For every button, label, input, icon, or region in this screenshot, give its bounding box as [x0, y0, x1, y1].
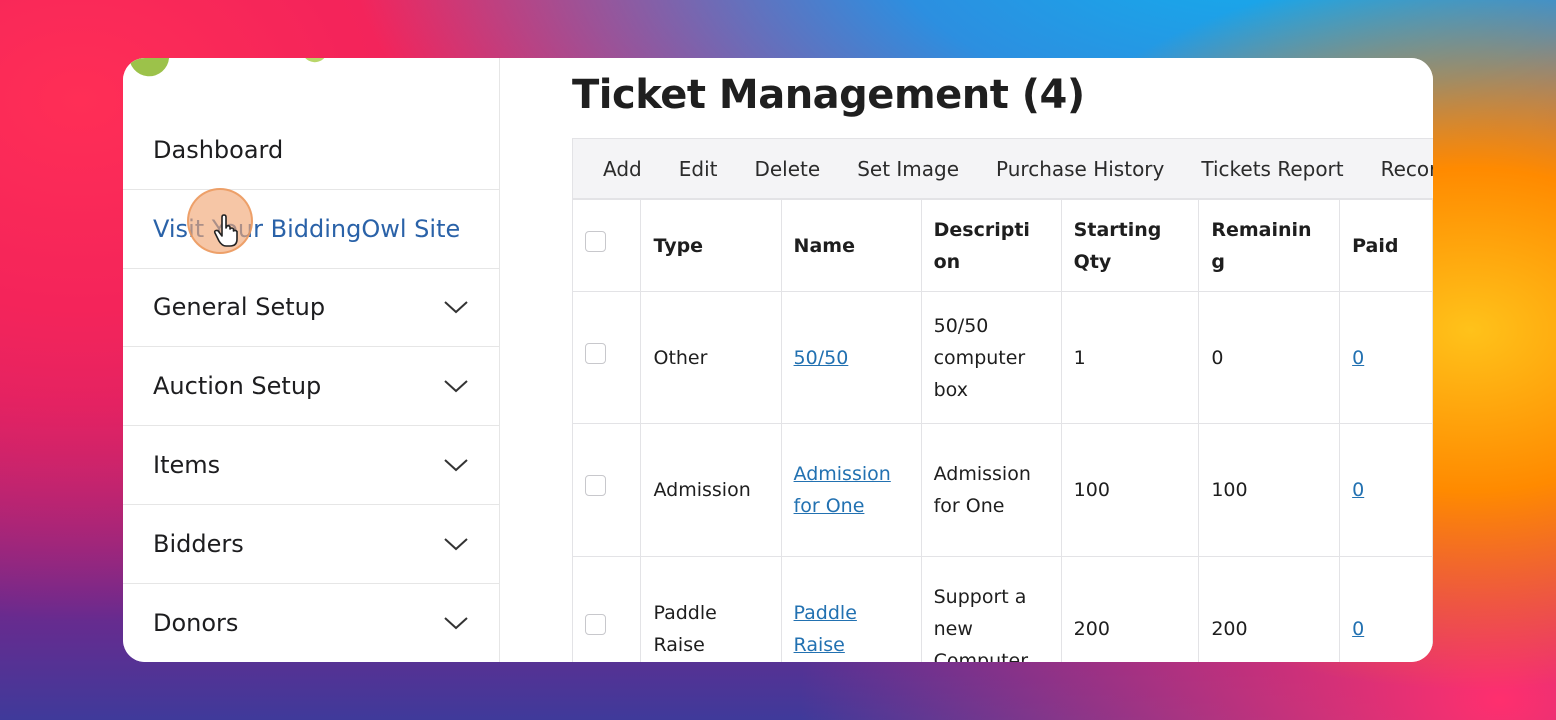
column-header-starting-qty[interactable]: Starting Qty	[1060, 199, 1200, 292]
add-button[interactable]: Add	[603, 157, 642, 181]
cell-remaining: 0	[1198, 291, 1341, 424]
page-title: Ticket Management (4)	[572, 72, 1085, 118]
select-all-checkbox[interactable]	[585, 230, 606, 252]
hand-cursor-icon	[213, 214, 238, 247]
row-select-cell	[571, 556, 642, 662]
cell-starting-qty: 200	[1060, 556, 1200, 662]
cell-starting-qty: 100	[1060, 423, 1200, 557]
cell-remaining: 100	[1198, 423, 1341, 557]
record-button[interactable]: Record	[1381, 157, 1433, 181]
sidebar-item-donors[interactable]: Donors	[123, 584, 499, 662]
select-all-cell	[571, 199, 642, 292]
purchase-history-button[interactable]: Purchase History	[996, 157, 1164, 181]
chevron-down-icon	[444, 538, 468, 551]
cell-type: Admission	[640, 423, 782, 557]
sidebar-item-label: Dashboard	[153, 136, 284, 164]
edit-button[interactable]: Edit	[679, 157, 718, 181]
cell-name: Paddle Raise	[780, 556, 922, 662]
sidebar-item-dashboard[interactable]: Dashboard	[123, 111, 499, 190]
set-image-button[interactable]: Set Image	[857, 157, 959, 181]
cell-paid: 0	[1339, 423, 1433, 557]
leaf-decoration	[300, 58, 332, 66]
cell-type: Paddle Raise	[640, 556, 782, 662]
row-checkbox[interactable]	[585, 614, 606, 635]
cell-remaining: 200	[1198, 556, 1341, 662]
column-header-type[interactable]: Type	[640, 199, 782, 292]
ticket-name-link[interactable]: 50/50	[794, 347, 849, 369]
sidebar-item-visit-site[interactable]: Visit Your BiddingOwl Site	[123, 190, 499, 269]
sidebar-item-label: Auction Setup	[153, 372, 322, 400]
delete-button[interactable]: Delete	[754, 157, 820, 181]
sidebar-item-label: Donors	[153, 609, 239, 637]
sidebar-item-label: Items	[153, 451, 221, 479]
table-header-row: Type Name Descripti on Starting Qty Rema…	[571, 199, 1433, 292]
sidebar-item-bidders[interactable]: Bidders	[123, 505, 499, 584]
toolbar: Add Edit Delete Set Image Purchase Histo…	[572, 138, 1433, 199]
paid-count-link[interactable]: 0	[1352, 618, 1364, 640]
sidebar: Dashboard Visit Your BiddingOwl Site Gen…	[123, 58, 500, 662]
chevron-down-icon	[444, 301, 468, 314]
sidebar-item-items[interactable]: Items	[123, 426, 499, 505]
row-select-cell	[571, 423, 642, 557]
cell-paid: 0	[1339, 291, 1433, 424]
row-checkbox[interactable]	[585, 342, 606, 364]
paid-count-link[interactable]: 0	[1352, 347, 1364, 369]
ticket-name-link[interactable]: Admission for One	[794, 463, 891, 517]
app-window: Dashboard Visit Your BiddingOwl Site Gen…	[123, 58, 1433, 662]
column-header-paid[interactable]: Paid	[1339, 199, 1433, 292]
column-header-description[interactable]: Descripti on	[920, 199, 1062, 292]
paid-count-link[interactable]: 0	[1352, 479, 1364, 501]
cell-paid: 0	[1339, 556, 1433, 662]
table-row: Admission Admission for One Admission fo…	[571, 423, 1433, 557]
main-content: Ticket Management (4) Add Edit Delete Se…	[500, 58, 1433, 662]
leaf-decoration	[127, 58, 175, 82]
chevron-down-icon	[444, 459, 468, 472]
table-row: Paddle Raise Paddle Raise Support a new …	[571, 556, 1433, 662]
cell-starting-qty: 1	[1060, 291, 1200, 424]
column-header-name[interactable]: Name	[780, 199, 922, 292]
cell-name: Admission for One	[780, 423, 922, 557]
ticket-name-link[interactable]: Paddle Raise	[794, 602, 857, 656]
cell-type: Other	[640, 291, 782, 424]
tickets-report-button[interactable]: Tickets Report	[1201, 157, 1343, 181]
cell-description: Support a new Computer	[920, 556, 1062, 662]
cell-description: 50/50 computer box	[920, 291, 1062, 424]
row-checkbox[interactable]	[585, 475, 606, 496]
table-row: Other 50/50 50/50 computer box 1 0 0	[571, 291, 1433, 424]
cell-name: 50/50	[780, 291, 922, 424]
sidebar-item-general-setup[interactable]: General Setup	[123, 268, 499, 347]
sidebar-item-auction-setup[interactable]: Auction Setup	[123, 347, 499, 426]
sidebar-item-label: General Setup	[153, 293, 326, 321]
sidebar-item-label: Bidders	[153, 530, 244, 558]
chevron-down-icon	[444, 380, 468, 393]
column-header-remaining[interactable]: Remainin g	[1198, 199, 1341, 292]
chevron-down-icon	[444, 617, 468, 630]
tickets-table: Type Name Descripti on Starting Qty Rema…	[571, 199, 1433, 662]
cell-description: Admission for One	[920, 423, 1062, 557]
row-select-cell	[571, 291, 642, 424]
